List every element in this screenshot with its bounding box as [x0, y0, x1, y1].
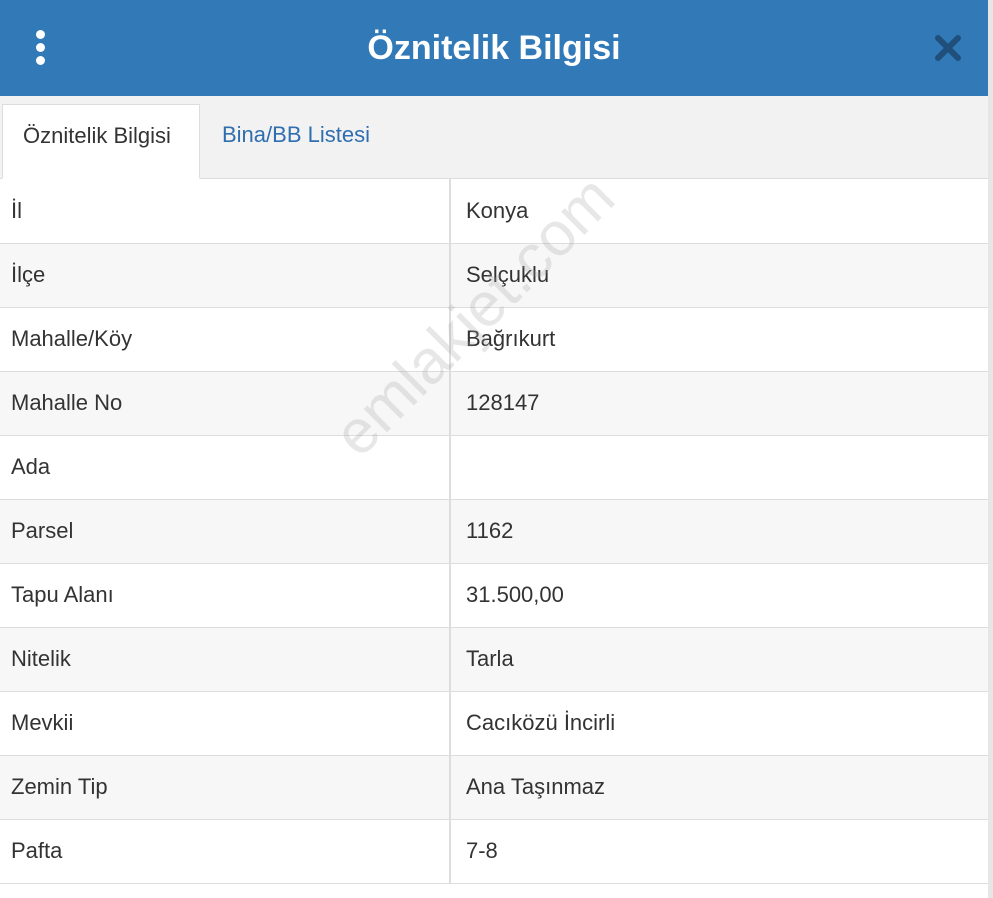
table-row: Mahalle/Köy Bağrıkurt: [0, 307, 988, 372]
table-row: Ada: [0, 435, 988, 500]
attribute-label: Pafta: [0, 819, 450, 884]
attribute-value: Cacıközü İncirli: [449, 691, 988, 756]
attribute-value: 31.500,00: [449, 563, 988, 628]
table-row: Tapu Alanı 31.500,00: [0, 563, 988, 628]
table-row: İlçe Selçuklu: [0, 243, 988, 308]
attribute-label: İlçe: [0, 243, 450, 308]
window-edge: [988, 0, 993, 898]
attribute-label: Mahalle/Köy: [0, 307, 450, 372]
close-icon[interactable]: [933, 33, 963, 63]
attribute-value: [449, 435, 988, 500]
tab-building-list[interactable]: Bina/BB Listesi: [202, 104, 390, 178]
attribute-label: Mevkii: [0, 691, 450, 756]
attribute-value: Konya: [449, 179, 988, 244]
attribute-label: Ada: [0, 435, 450, 500]
attribute-label: Mahalle No: [0, 371, 450, 436]
panel-title: Öznitelik Bilgisi: [367, 29, 621, 67]
attribute-value: 7-8: [449, 819, 988, 884]
table-row: Mevkii Cacıközü İncirli: [0, 691, 988, 756]
attribute-value: Bağrıkurt: [449, 307, 988, 372]
attribute-label: Nitelik: [0, 627, 450, 692]
title-bar: Öznitelik Bilgisi: [0, 0, 988, 96]
table-row: Mahalle No 128147: [0, 371, 988, 436]
table-row: Parsel 1162: [0, 499, 988, 564]
attribute-label: Zemin Tip: [0, 755, 450, 820]
tab-bar: Öznitelik Bilgisi Bina/BB Listesi: [0, 96, 988, 179]
table-row: Pafta 7-8: [0, 819, 988, 884]
attribute-value: Tarla: [449, 627, 988, 692]
attribute-label: Tapu Alanı: [0, 563, 450, 628]
attribute-value: 128147: [449, 371, 988, 436]
attribute-value: 1162: [449, 499, 988, 564]
table-row: Zemin Tip Ana Taşınmaz: [0, 755, 988, 820]
table-row: İl Konya: [0, 179, 988, 244]
attribute-table: İl Konya İlçe Selçuklu Mahalle/Köy Bağrı…: [0, 179, 988, 884]
attribute-label: İl: [0, 179, 450, 244]
attribute-label: Parsel: [0, 499, 450, 564]
table-row: Nitelik Tarla: [0, 627, 988, 692]
attribute-value: Ana Taşınmaz: [449, 755, 988, 820]
attribute-value: Selçuklu: [449, 243, 988, 308]
tab-attribute-info[interactable]: Öznitelik Bilgisi: [2, 104, 200, 179]
attribute-info-panel: Öznitelik Bilgisi Öznitelik Bilgisi Bina…: [0, 0, 988, 898]
